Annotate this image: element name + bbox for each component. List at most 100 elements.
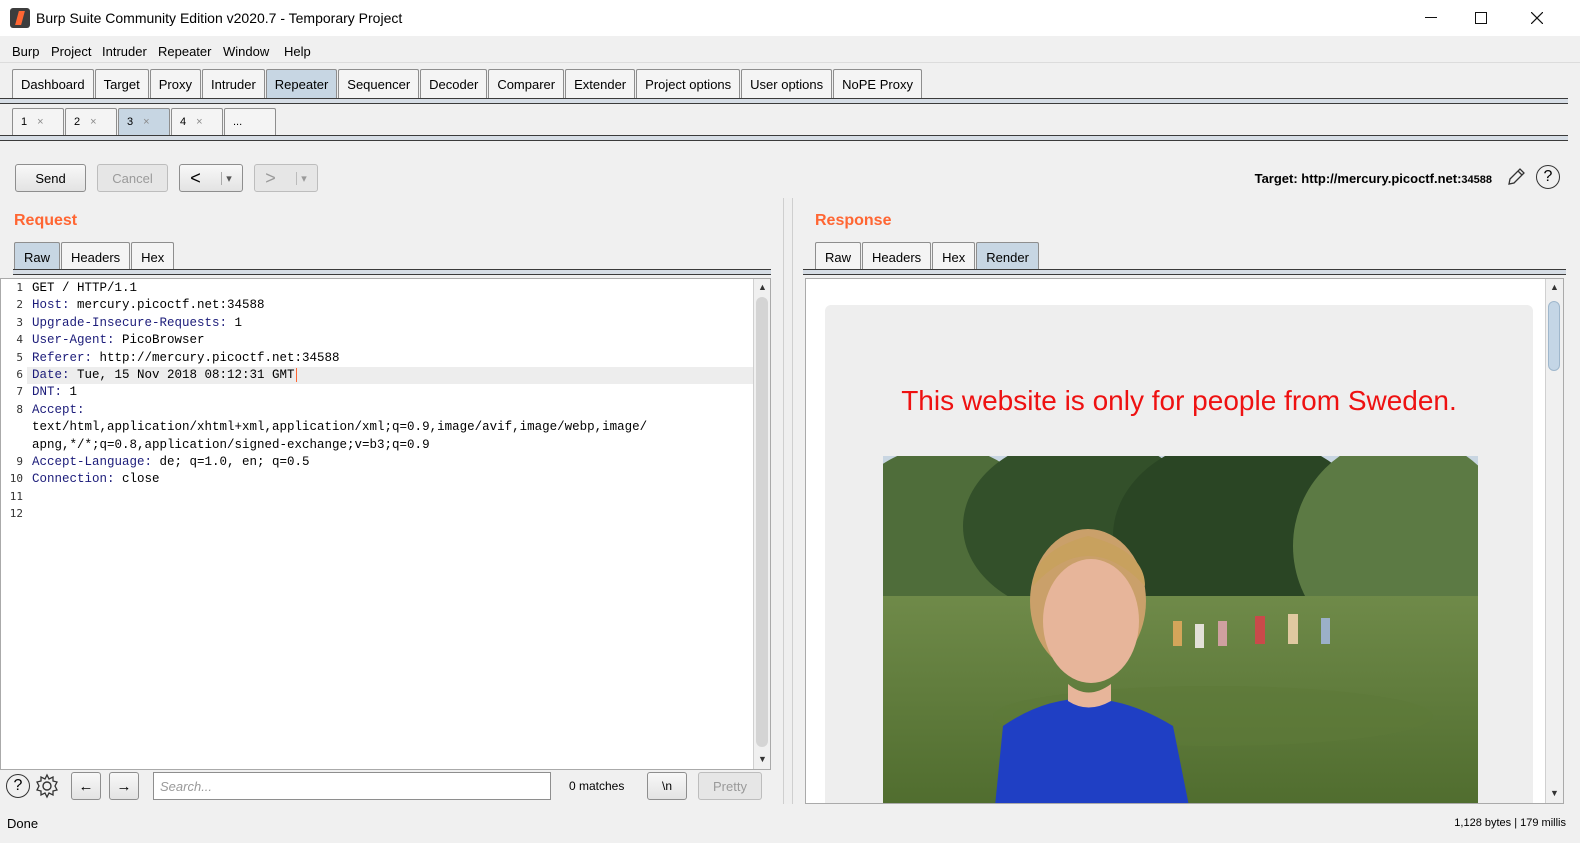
chevron-down-icon[interactable]: ▾ xyxy=(221,171,232,185)
repeater-tab-4[interactable]: 4 × xyxy=(171,108,223,135)
target-url: Target: http://mercury.picoctf.net: xyxy=(1254,171,1462,186)
close-tab-icon[interactable]: × xyxy=(196,116,202,128)
search-prev-button[interactable]: ← xyxy=(71,772,101,800)
response-scrollbar[interactable]: ▲ ▼ xyxy=(1545,279,1563,803)
response-tab-headers[interactable]: Headers xyxy=(862,242,932,271)
request-line[interactable]: User-Agent: PicoBrowser xyxy=(32,333,205,347)
repeater-tab-label: 1 xyxy=(21,116,28,128)
rendered-heading: This website is only for people from Swe… xyxy=(901,385,1457,416)
header-value: de; q=1.0, en; q=0.5 xyxy=(152,455,310,469)
scroll-up-icon[interactable]: ▲ xyxy=(754,279,770,295)
request-line[interactable]: Accept-Language: de; q=1.0, en; q=0.5 xyxy=(32,455,310,469)
menu-help[interactable]: Help xyxy=(284,44,311,59)
request-tab-headers[interactable]: Headers xyxy=(61,242,131,271)
repeater-tab-divider xyxy=(0,135,1568,141)
repeater-tab-3[interactable]: 3 × xyxy=(118,108,170,135)
header-value: Tue, 15 Nov 2018 08:12:31 GMT xyxy=(69,368,295,382)
newline-toggle-button[interactable]: \n xyxy=(647,772,687,800)
main-tab-bar: Dashboard Target Proxy Intruder Repeater… xyxy=(12,69,923,99)
help-icon[interactable]: ? xyxy=(6,774,30,798)
close-window-button[interactable] xyxy=(1512,0,1562,36)
request-scrollbar[interactable]: ▲ ▼ xyxy=(753,279,770,769)
repeater-tab-label: 2 xyxy=(74,116,81,128)
header-value: PicoBrowser xyxy=(114,333,205,348)
menu-burp[interactable]: Burp xyxy=(12,44,39,59)
scroll-up-icon[interactable]: ▲ xyxy=(1546,279,1563,295)
send-button[interactable]: Send xyxy=(15,164,86,192)
tab-intruder[interactable]: Intruder xyxy=(201,69,265,98)
header-value: http://mercury.picoctf.net:34588 xyxy=(92,350,340,365)
header-value: close xyxy=(114,472,160,487)
request-line[interactable]: Accept: xyxy=(32,403,85,417)
search-input[interactable] xyxy=(153,772,551,800)
line-number: 2 xyxy=(16,298,23,312)
request-line[interactable]: apng,*/*;q=0.8,application/signed-exchan… xyxy=(32,438,430,452)
close-tab-icon[interactable]: × xyxy=(143,116,149,128)
pretty-button[interactable]: Pretty xyxy=(698,772,762,800)
text-caret: ​ xyxy=(295,368,297,382)
header-name: User-Agent: xyxy=(32,333,115,348)
tab-project-options[interactable]: Project options xyxy=(636,69,741,98)
scroll-thumb[interactable] xyxy=(1548,301,1560,371)
header-name: Date: xyxy=(32,368,70,382)
request-line[interactable]: Date: Tue, 15 Nov 2018 08:12:31 GMT​ xyxy=(32,368,297,382)
response-render-view: This website is only for people from Swe… xyxy=(805,278,1564,804)
maximize-icon xyxy=(1475,12,1487,24)
cancel-button[interactable]: Cancel xyxy=(97,164,168,192)
pencil-icon[interactable] xyxy=(1505,166,1527,188)
maximize-button[interactable] xyxy=(1456,0,1506,36)
search-next-button[interactable]: → xyxy=(109,772,139,800)
request-line[interactable]: Upgrade-Insecure-Requests: 1 xyxy=(32,316,242,330)
repeater-tab-2[interactable]: 2 × xyxy=(65,108,117,135)
tab-decoder[interactable]: Decoder xyxy=(420,69,488,98)
menu-intruder[interactable]: Intruder xyxy=(102,44,147,59)
back-button[interactable]: < ▾ xyxy=(179,164,243,192)
target-label: Target: http://mercury.picoctf.net:34588 xyxy=(1255,171,1492,186)
tab-extender[interactable]: Extender xyxy=(565,69,636,98)
scroll-down-icon[interactable]: ▼ xyxy=(1546,785,1563,801)
tab-comparer[interactable]: Comparer xyxy=(488,69,565,98)
header-value: 1 xyxy=(62,385,78,400)
scroll-thumb[interactable] xyxy=(756,297,768,747)
repeater-tab-1[interactable]: 1 × xyxy=(12,108,64,135)
scroll-down-icon[interactable]: ▼ xyxy=(754,751,770,767)
response-tab-hex[interactable]: Hex xyxy=(932,242,976,271)
request-line[interactable]: GET / HTTP/1.1 xyxy=(32,281,137,295)
request-line[interactable]: DNT: 1 xyxy=(32,385,77,399)
minimize-button[interactable] xyxy=(1406,0,1456,36)
tab-proxy[interactable]: Proxy xyxy=(149,69,201,98)
tab-target[interactable]: Target xyxy=(94,69,149,98)
request-line[interactable]: text/html,application/xhtml+xml,applicat… xyxy=(32,420,647,434)
close-tab-icon[interactable]: × xyxy=(37,116,43,128)
menu-project[interactable]: Project xyxy=(51,44,91,59)
tab-dashboard[interactable]: Dashboard xyxy=(12,69,94,98)
request-line[interactable]: Host: mercury.picoctf.net:34588 xyxy=(32,298,265,312)
response-tab-raw[interactable]: Raw xyxy=(815,242,862,271)
tab-nope-proxy[interactable]: NoPE Proxy xyxy=(833,69,922,98)
line-number: 1 xyxy=(16,281,23,294)
response-tab-render[interactable]: Render xyxy=(976,242,1039,271)
help-icon[interactable]: ? xyxy=(1536,165,1560,189)
menu-window[interactable]: Window xyxy=(223,44,269,59)
tab-sequencer[interactable]: Sequencer xyxy=(338,69,420,98)
tab-user-options[interactable]: User options xyxy=(741,69,833,98)
forward-button[interactable]: > ▾ xyxy=(254,164,318,192)
chevron-down-icon[interactable]: ▾ xyxy=(296,171,307,185)
request-tab-hex[interactable]: Hex xyxy=(131,242,175,271)
new-repeater-tab[interactable]: ... xyxy=(224,108,276,135)
request-tab-divider xyxy=(13,269,771,275)
split-pane-divider[interactable] xyxy=(783,198,793,804)
request-editor[interactable]: 1 2 3 4 5 6 7 8 9 10 11 12 GET / HTTP/1.1 Host: merc… xyxy=(0,278,771,770)
close-tab-icon[interactable]: × xyxy=(90,116,96,128)
request-line[interactable]: Referer: http://mercury.picoctf.net:3458… xyxy=(32,351,340,365)
line-number: 12 xyxy=(9,507,23,521)
gear-icon[interactable] xyxy=(34,773,60,799)
request-tab-raw[interactable]: Raw xyxy=(14,242,61,271)
header-name: Connection: xyxy=(32,472,115,487)
new-tab-label: ... xyxy=(233,116,243,128)
request-line[interactable]: Connection: close xyxy=(32,472,160,486)
window-title: Burp Suite Community Edition v2020.7 - T… xyxy=(36,10,403,26)
menu-repeater[interactable]: Repeater xyxy=(158,44,211,59)
header-name: DNT: xyxy=(32,385,63,400)
tab-repeater[interactable]: Repeater xyxy=(265,69,338,98)
